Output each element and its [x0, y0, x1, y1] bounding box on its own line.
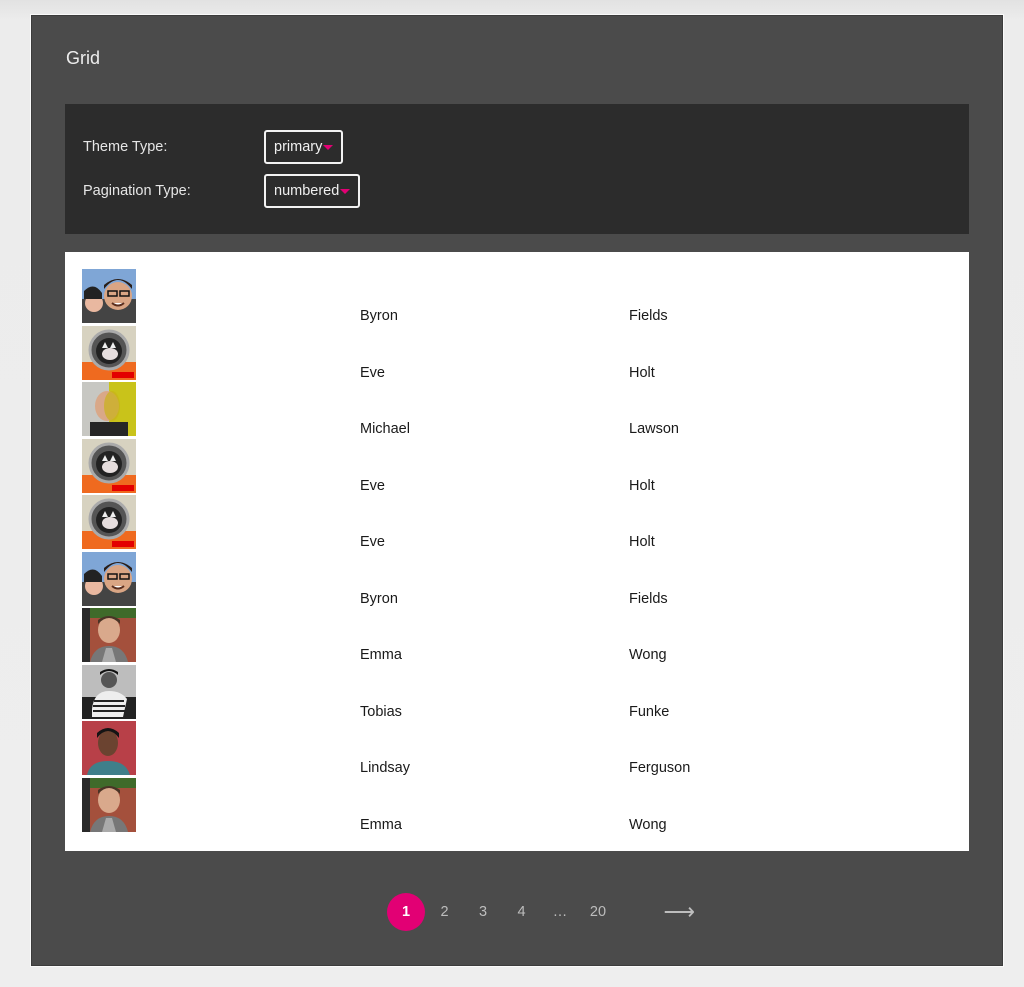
- pagination-type-value: numbered: [274, 183, 340, 199]
- last-name-cell: Lawson: [629, 421, 679, 437]
- first-name-cell: Lindsay: [360, 760, 410, 776]
- avatar: [82, 438, 136, 493]
- last-name-cell: Fields: [629, 590, 668, 607]
- grid-row[interactable]: Eve Holt: [82, 325, 952, 383]
- grid-demo-panel: Grid Theme Type: primary Pagination Type…: [31, 15, 1003, 966]
- page-ellipsis: …: [552, 904, 568, 920]
- last-name-cell: Fields: [629, 308, 668, 324]
- data-grid: Byron Fields Eve Holt Michael Lawson Eve Holt Ev…: [65, 252, 969, 851]
- grid-row[interactable]: Byron Fields: [82, 551, 952, 609]
- avatar: [82, 551, 136, 606]
- last-name-cell: Holt: [629, 477, 655, 494]
- page-button-2[interactable]: 2: [426, 893, 464, 931]
- first-name-cell: Emma: [360, 816, 402, 833]
- pagination-type-label: Pagination Type:: [83, 183, 191, 199]
- grid-row[interactable]: Emma Wong: [82, 608, 952, 665]
- grid-row[interactable]: Byron Fields: [82, 269, 952, 326]
- last-name-cell: Ferguson: [629, 760, 691, 776]
- pagination-type-select[interactable]: numbered: [264, 174, 361, 208]
- last-name-cell: Holt: [629, 534, 655, 550]
- first-name-cell: Tobias: [360, 703, 402, 720]
- first-name-cell: Eve: [360, 477, 385, 494]
- avatar: [82, 608, 136, 662]
- avatar: [82, 382, 136, 436]
- first-name-cell: Eve: [360, 534, 385, 550]
- avatar: [82, 777, 136, 832]
- theme-type-setting: Theme Type: primary: [83, 130, 344, 164]
- avatar: [82, 325, 136, 380]
- grid-row[interactable]: Lindsay Ferguson: [82, 721, 952, 778]
- avatar: [82, 721, 136, 775]
- grid-row[interactable]: Eve Holt: [82, 438, 952, 496]
- first-name-cell: Michael: [360, 421, 410, 437]
- arrow-right-icon[interactable]: ⟶: [664, 899, 696, 925]
- pagination: 1 2 3 4 … 20 ⟶: [387, 892, 695, 932]
- first-name-cell: Emma: [360, 647, 402, 663]
- page-button-3[interactable]: 3: [464, 893, 502, 931]
- pagination-type-setting: Pagination Type: numbered: [83, 174, 361, 208]
- last-name-cell: Holt: [629, 364, 655, 381]
- grid-row[interactable]: Tobias Funke: [82, 664, 952, 722]
- first-name-cell: Byron: [360, 308, 398, 324]
- grid-row[interactable]: Michael Lawson: [82, 382, 952, 439]
- page-button-4[interactable]: 4: [503, 893, 541, 931]
- first-name-cell: Byron: [360, 590, 398, 607]
- caret-down-icon: [323, 145, 334, 150]
- last-name-cell: Wong: [629, 647, 667, 663]
- grid-row[interactable]: Eve Holt: [82, 495, 952, 552]
- avatar: [82, 664, 136, 719]
- first-name-cell: Eve: [360, 364, 385, 381]
- last-name-cell: Funke: [629, 703, 670, 720]
- page-button-1[interactable]: 1: [387, 893, 425, 931]
- page-title: Grid: [66, 48, 101, 68]
- grid-row[interactable]: Emma Wong: [82, 777, 952, 835]
- page-button-last[interactable]: 20: [579, 893, 617, 931]
- avatar: [82, 269, 136, 323]
- avatar: [82, 495, 136, 549]
- theme-type-label: Theme Type:: [83, 139, 168, 155]
- last-name-cell: Wong: [629, 816, 667, 833]
- caret-down-icon: [340, 189, 351, 194]
- theme-type-value: primary: [274, 139, 323, 155]
- theme-type-select[interactable]: primary: [264, 130, 344, 164]
- settings-panel: Theme Type: primary Pagination Type: num…: [65, 104, 969, 234]
